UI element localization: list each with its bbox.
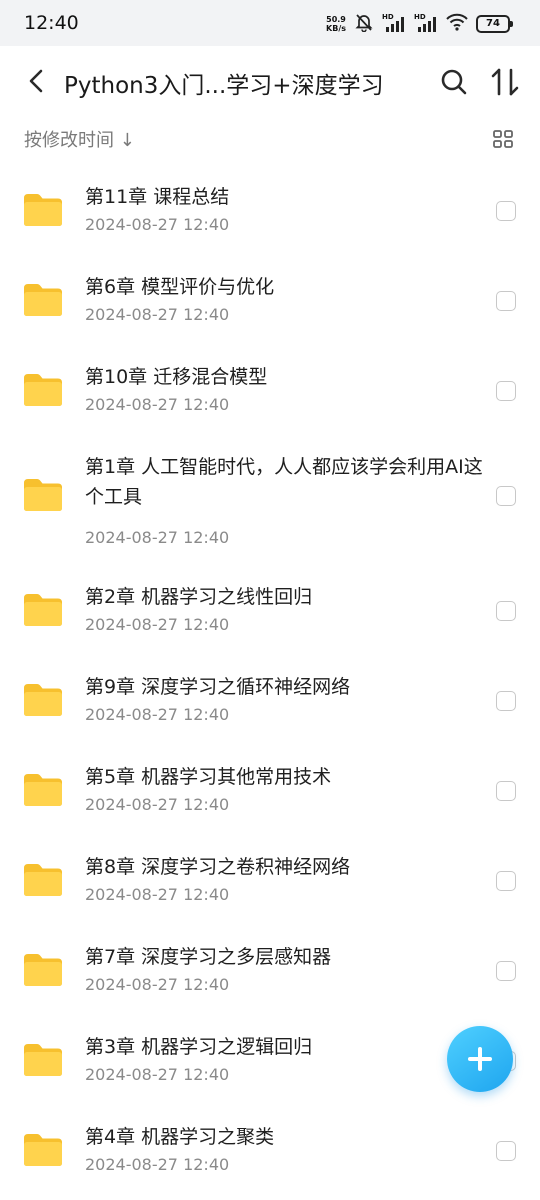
folder-icon (22, 477, 64, 513)
file-date: 2024-08-27 12:40 (85, 615, 230, 634)
file-row[interactable]: 第9章 深度学习之循环神经网络 2024-08-27 12:40 (0, 650, 540, 740)
sort-by-modified-time[interactable]: 按修改时间 ↓ (24, 126, 135, 152)
add-fab-button[interactable] (447, 1026, 513, 1092)
file-date: 2024-08-27 12:40 (85, 215, 230, 234)
file-row[interactable]: 第5章 机器学习其他常用技术 2024-08-27 12:40 (0, 740, 540, 830)
file-date: 2024-08-27 12:40 (85, 795, 230, 814)
status-bar: 12:40 50.9 KB/s HD HD 74 (0, 0, 540, 46)
file-row[interactable]: 第11章 课程总结 2024-08-27 12:40 (0, 160, 540, 250)
signal-hd-icon: HD (414, 13, 438, 33)
folder-icon (22, 862, 64, 898)
select-checkbox[interactable] (496, 1141, 516, 1161)
back-arrow-icon[interactable] (22, 66, 50, 96)
battery-icon: 74 (476, 15, 513, 33)
select-checkbox[interactable] (496, 381, 516, 401)
select-checkbox[interactable] (496, 961, 516, 981)
file-name: 第11章 课程总结 (85, 186, 230, 208)
folder-icon (22, 1042, 64, 1078)
file-date: 2024-08-27 12:40 (85, 705, 230, 724)
file-row[interactable]: 第8章 深度学习之卷积神经网络 2024-08-27 12:40 (0, 830, 540, 920)
select-checkbox[interactable] (496, 691, 516, 711)
file-name: 第7章 深度学习之多层感知器 (85, 946, 332, 968)
file-row[interactable]: 第10章 迁移混合模型 2024-08-27 12:40 (0, 340, 540, 430)
select-checkbox[interactable] (496, 601, 516, 621)
file-date: 2024-08-27 12:40 (85, 305, 230, 324)
file-name: 第4章 机器学习之聚类 (85, 1126, 275, 1148)
folder-icon (22, 1132, 64, 1168)
folder-icon (22, 952, 64, 988)
file-name: 第1章 人工智能时代，人人都应该学会利用AI这个工具 (85, 456, 483, 508)
file-name: 第2章 机器学习之线性回归 (85, 586, 313, 608)
file-name: 第6章 模型评价与优化 (85, 276, 275, 298)
file-date: 2024-08-27 12:40 (85, 528, 230, 547)
file-name: 第8章 深度学习之卷积神经网络 (85, 856, 351, 878)
folder-icon (22, 682, 64, 718)
file-row[interactable]: 第6章 模型评价与优化 2024-08-27 12:40 (0, 250, 540, 340)
network-speed-unit: KB/s (326, 24, 346, 33)
select-checkbox[interactable] (496, 871, 516, 891)
network-speed: 50.9 KB/s (326, 15, 346, 33)
file-row[interactable]: 第1章 人工智能时代，人人都应该学会利用AI这个工具 2024-08-27 12:… (0, 430, 540, 560)
file-name: 第3章 机器学习之逻辑回归 (85, 1036, 313, 1058)
status-icons: 50.9 KB/s HD HD 74 (326, 12, 513, 36)
wifi-icon (446, 13, 468, 35)
file-date: 2024-08-27 12:40 (85, 975, 230, 994)
file-name: 第5章 机器学习其他常用技术 (85, 766, 332, 788)
page-title: Python3入门...学习+深度学习 (64, 73, 384, 99)
file-name: 第9章 深度学习之循环神经网络 (85, 676, 351, 698)
file-date: 2024-08-27 12:40 (85, 395, 230, 414)
sort-bar: 按修改时间 ↓ (0, 118, 540, 160)
file-date: 2024-08-27 12:40 (85, 885, 230, 904)
status-time: 12:40 (24, 12, 79, 34)
signal-hd-icon: HD (382, 13, 406, 33)
file-row[interactable]: 第2章 机器学习之线性回归 2024-08-27 12:40 (0, 560, 540, 650)
file-date: 2024-08-27 12:40 (85, 1155, 230, 1174)
battery-level: 74 (486, 18, 500, 29)
folder-icon (22, 282, 64, 318)
file-date: 2024-08-27 12:40 (85, 1065, 230, 1084)
select-checkbox[interactable] (496, 291, 516, 311)
file-row[interactable]: 第4章 机器学习之聚类 2024-08-27 12:40 (0, 1100, 540, 1190)
network-speed-value: 50.9 (326, 15, 346, 24)
folder-icon (22, 372, 64, 408)
select-checkbox[interactable] (496, 201, 516, 221)
folder-icon (22, 772, 64, 808)
folder-icon (22, 192, 64, 228)
search-icon[interactable] (440, 68, 468, 96)
mute-bell-icon (354, 12, 374, 36)
select-checkbox[interactable] (496, 781, 516, 801)
select-checkbox[interactable] (496, 486, 516, 506)
file-name: 第10章 迁移混合模型 (85, 366, 268, 388)
app-bar: Python3入门...学习+深度学习 (0, 46, 540, 118)
folder-icon (22, 592, 64, 628)
grid-view-icon[interactable] (492, 128, 514, 150)
file-row[interactable]: 第7章 深度学习之多层感知器 2024-08-27 12:40 (0, 920, 540, 1010)
sort-icon[interactable] (490, 66, 520, 98)
